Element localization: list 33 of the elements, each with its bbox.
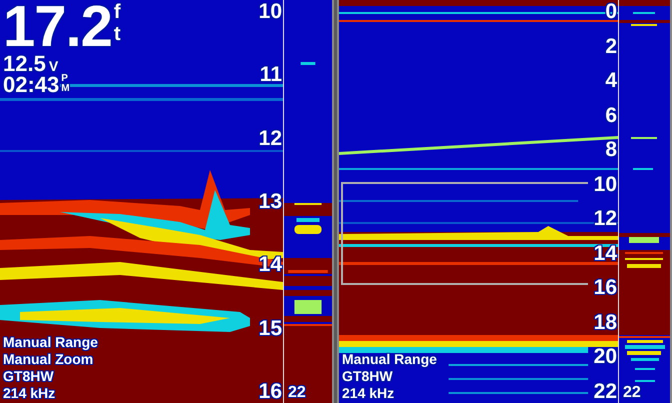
sonar-setting-label: Manual Zoom — [3, 351, 94, 368]
time-suffix: P — [61, 74, 69, 84]
depth-scale-label: 10 — [258, 1, 282, 23]
depth-scale-label: 15 — [258, 318, 282, 340]
depth-scale-label: 14 — [258, 254, 282, 276]
sonar-setting-label: GT8HW — [3, 368, 55, 385]
flasher-depth: 22 — [623, 384, 641, 402]
depth-scale-label: 12 — [594, 208, 617, 230]
depth-scale-label: 6 — [605, 104, 617, 127]
voltage-reading: 12.5 — [3, 53, 46, 74]
depth-scale-label: 12 — [258, 128, 282, 150]
depth-scale-label: 11 — [260, 64, 282, 86]
depth-unit: f — [114, 1, 121, 23]
sonar-setting-label: Manual Range — [3, 334, 98, 351]
depth-scale-label: 2 — [605, 36, 617, 58]
sonar-setting-label: 214 kHz — [3, 385, 56, 402]
sonar-setting-label: 214 kHz — [342, 385, 396, 402]
depth-scale-label: 18 — [594, 312, 617, 334]
depth-scale-label: 14 — [594, 242, 617, 265]
depth-reading: 17.2 — [3, 1, 112, 53]
flasher-depth: 22 — [288, 384, 306, 402]
depth-scale-label: 8 — [605, 139, 617, 162]
depth-scale-label: 16 — [594, 277, 617, 300]
depth-scale-label: 22 — [594, 380, 617, 403]
depth-scale-label: 16 — [258, 380, 282, 403]
depth-scale-label: 4 — [605, 70, 617, 92]
sonar-setting-label: GT8HW — [342, 368, 394, 385]
depth-scale-label: 10 — [594, 174, 617, 196]
clock-time: 02:43 — [3, 74, 60, 95]
depth-unit: t — [114, 23, 121, 45]
sonar-setting-label: Manual Range — [342, 351, 437, 368]
depth-scale-label: 20 — [594, 346, 617, 368]
voltage-unit: V — [48, 58, 58, 74]
